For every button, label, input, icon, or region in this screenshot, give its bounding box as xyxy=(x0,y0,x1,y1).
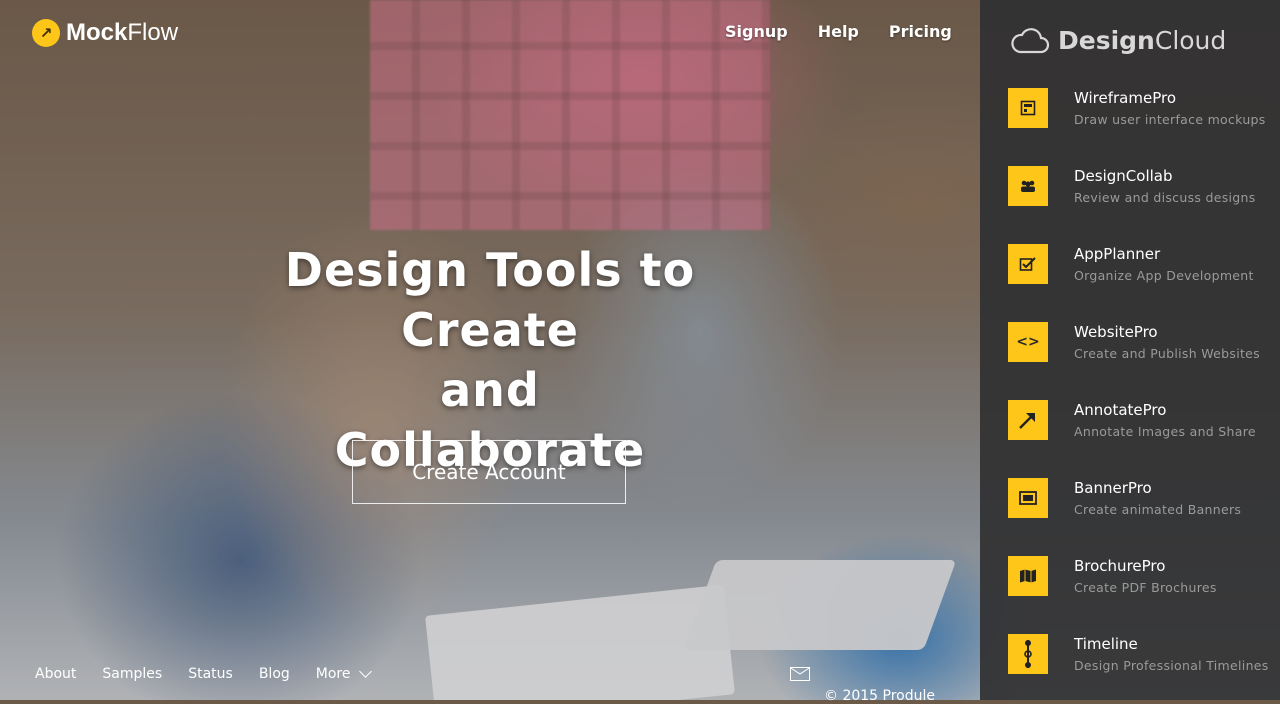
nav-signup[interactable]: Signup xyxy=(725,22,788,41)
product-description: Organize App Development xyxy=(1074,268,1254,283)
brand-text-light: Cloud xyxy=(1154,25,1227,55)
product-bannerpro[interactable]: BannerPro Create animated Banners xyxy=(1008,478,1270,538)
mockflow-logo[interactable]: ↗ MockFlow xyxy=(32,18,178,48)
map-icon xyxy=(1008,556,1048,596)
product-title: BannerPro xyxy=(1074,479,1152,497)
nav-pricing[interactable]: Pricing xyxy=(889,22,952,41)
brand-text-bold: Design xyxy=(1058,25,1155,55)
product-websitepro[interactable]: <> WebsitePro Create and Publish Website… xyxy=(1008,322,1270,382)
footer-link-samples[interactable]: Samples xyxy=(102,666,162,682)
chevron-down-icon xyxy=(358,665,372,678)
product-appplanner[interactable]: AppPlanner Organize App Development xyxy=(1008,244,1270,304)
banner-icon xyxy=(1008,478,1048,518)
arrow-icon xyxy=(1008,400,1048,440)
product-description: Create PDF Brochures xyxy=(1074,580,1217,595)
footer-link-about[interactable]: About xyxy=(35,666,76,682)
designcloud-panel: DesignCloud WireframePro Draw user inter… xyxy=(980,0,1280,700)
mockflow-logo-icon: ↗ xyxy=(32,19,60,47)
cloud-icon xyxy=(1011,28,1050,54)
product-title: WebsitePro xyxy=(1074,323,1158,341)
footer-link-status[interactable]: Status xyxy=(188,666,233,682)
hero-headline-line1: Design Tools to Create xyxy=(284,243,696,357)
product-description: Review and discuss designs xyxy=(1074,190,1256,205)
code-icon: <> xyxy=(1008,322,1048,362)
wireframe-icon xyxy=(1008,88,1048,128)
product-brochurepro[interactable]: BrochurePro Create PDF Brochures xyxy=(1008,556,1270,616)
product-description: Create animated Banners xyxy=(1074,502,1242,517)
product-designcollab[interactable]: DesignCollab Review and discuss designs xyxy=(1008,166,1270,226)
product-title: AppPlanner xyxy=(1074,245,1161,263)
product-title: Timeline xyxy=(1074,635,1138,653)
product-title: WireframePro xyxy=(1074,89,1177,107)
timeline-icon xyxy=(1008,634,1048,674)
product-title: DesignCollab xyxy=(1074,167,1173,185)
footer-more-dropdown[interactable]: More xyxy=(315,665,372,682)
checkbox-icon xyxy=(1008,244,1048,284)
copyright-text: © 2015 Produle xyxy=(824,688,936,704)
group-icon xyxy=(1008,166,1048,206)
top-nav: Signup Help Pricing xyxy=(725,22,952,41)
product-description: Design Professional Timelines xyxy=(1074,658,1269,673)
product-description: Create and Publish Websites xyxy=(1074,346,1260,361)
product-description: Draw user interface mockups xyxy=(1074,112,1266,127)
footer-more-label: More xyxy=(315,666,351,682)
footer-link-blog[interactable]: Blog xyxy=(259,666,290,682)
mail-icon[interactable] xyxy=(790,667,810,681)
product-timeline[interactable]: Timeline Design Professional Timelines xyxy=(1008,634,1270,694)
logo-text-light: Flow xyxy=(127,19,179,46)
footer-links: About Samples Status Blog More xyxy=(35,665,372,682)
nav-help[interactable]: Help xyxy=(818,22,859,41)
product-title: AnnotatePro xyxy=(1074,401,1167,419)
product-annotatepro[interactable]: AnnotatePro Annotate Images and Share xyxy=(1008,400,1270,460)
product-wireframepro[interactable]: WireframePro Draw user interface mockups xyxy=(1008,88,1270,148)
designcloud-brand[interactable]: DesignCloud xyxy=(1010,24,1226,56)
logo-text-bold: Mock xyxy=(66,19,128,46)
create-account-button[interactable]: Create Account xyxy=(352,440,626,504)
product-title: BrochurePro xyxy=(1074,557,1166,575)
product-description: Annotate Images and Share xyxy=(1074,424,1256,439)
